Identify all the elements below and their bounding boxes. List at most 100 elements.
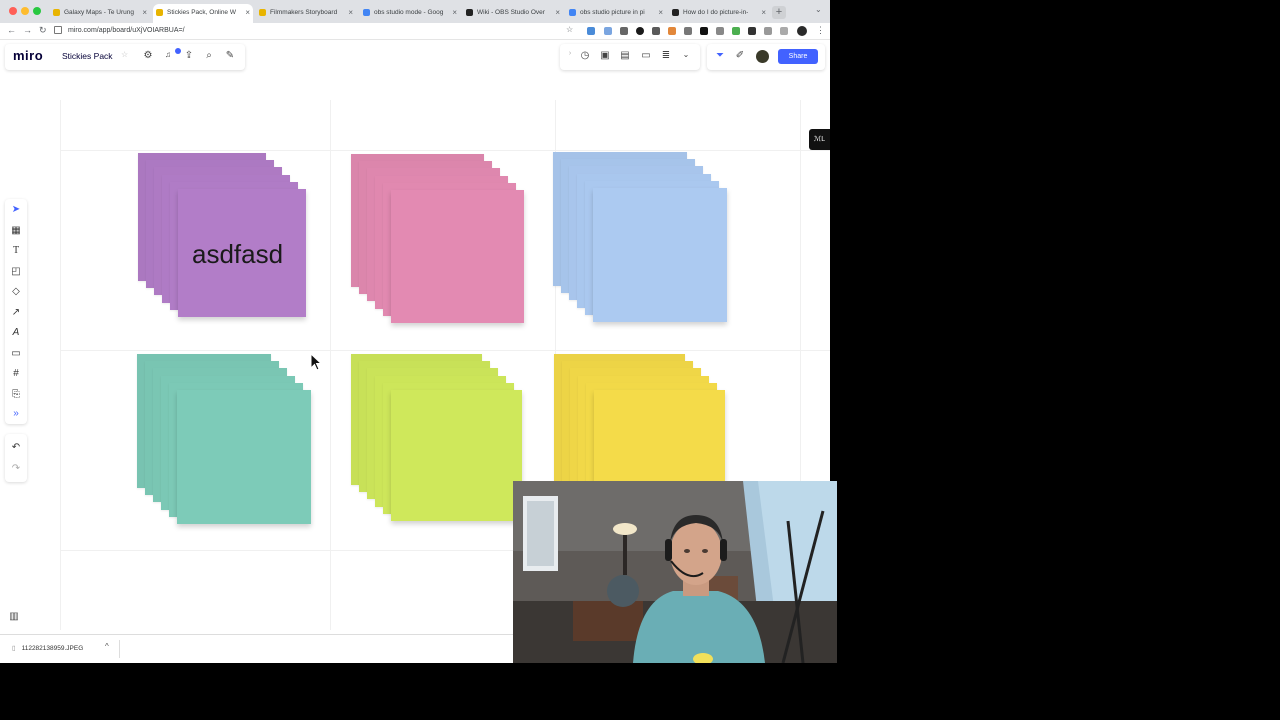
browser-tab-active[interactable]: Stickies Pack, Online W ×	[153, 4, 253, 23]
extension-icon[interactable]	[587, 27, 595, 35]
minimize-window-button[interactable]	[21, 7, 29, 15]
download-options-icon[interactable]: ^	[105, 642, 109, 651]
tab-close-icon[interactable]: ×	[555, 4, 560, 21]
sticky-note-stack-teal[interactable]	[137, 354, 311, 536]
board-name[interactable]: Stickies Pack	[62, 51, 113, 61]
filter-icon[interactable]: ⏷	[714, 50, 726, 61]
download-item[interactable]: ▯ 112282138959.JPEG	[12, 644, 83, 652]
shape-tool-icon[interactable]: ◇	[5, 286, 27, 297]
more-tools-icon[interactable]: »	[5, 408, 27, 419]
frame-icon[interactable]: ▣	[599, 50, 611, 61]
sticky-note[interactable]	[177, 390, 311, 524]
browser-tab[interactable]: Wiki - OBS Studio Over ×	[463, 4, 563, 23]
favorite-star-icon[interactable]: ☆	[121, 50, 128, 59]
tab-label: Galaxy Maps - Te Urung	[64, 9, 134, 16]
upload-icon[interactable]: ⇪	[183, 50, 195, 61]
browser-menu-icon[interactable]: ⋮	[816, 25, 825, 36]
select-tool-icon[interactable]: ➤	[5, 204, 27, 215]
browser-tab[interactable]: Galaxy Maps - Te Urung ×	[50, 4, 150, 23]
sticky-note-stack-purple[interactable]: asdfasd	[138, 153, 306, 327]
tab-close-icon[interactable]: ×	[142, 4, 147, 21]
extension-icon[interactable]	[700, 27, 708, 35]
bookmark-star-icon[interactable]: ☆	[566, 25, 573, 34]
divider	[119, 640, 120, 658]
comment-tool-icon[interactable]: ▭	[5, 348, 27, 359]
profile-avatar[interactable]	[797, 26, 807, 36]
chevron-down-icon[interactable]: ⌄	[680, 50, 692, 59]
tab-close-icon[interactable]: ×	[245, 4, 250, 21]
forward-icon[interactable]: →	[23, 25, 32, 35]
sticky-note-tool-icon[interactable]: ◰	[5, 266, 27, 277]
extension-icon[interactable]	[764, 27, 772, 35]
side-panel-badge[interactable]: ℳL	[809, 129, 830, 150]
list-icon[interactable]: ≣	[660, 50, 672, 61]
undo-icon[interactable]: ↶	[5, 442, 27, 453]
presentation-icon[interactable]: ▭	[640, 50, 652, 61]
tab-search-icon[interactable]: ⌄	[815, 5, 822, 14]
back-icon[interactable]: ←	[7, 25, 16, 35]
address-row: ← → ↻ miro.com/app/board/uXjVOIARBUA=/ ☆…	[0, 23, 830, 40]
share-button[interactable]: Share	[778, 49, 818, 64]
avatar[interactable]	[756, 50, 769, 63]
doc-icon[interactable]: ▤	[619, 50, 631, 61]
browser-tab[interactable]: obs studio mode - Goog ×	[360, 4, 460, 23]
frame-tool-icon[interactable]: #	[5, 368, 27, 379]
extension-icon[interactable]	[636, 27, 644, 35]
sticky-note[interactable]	[594, 390, 725, 482]
browser-tab[interactable]: Filmmakers Storyboard ×	[256, 4, 356, 23]
sticky-note[interactable]	[391, 190, 524, 323]
connection-line-tool-icon[interactable]: ↗	[5, 307, 27, 318]
search-icon[interactable]: ⌕	[203, 50, 215, 61]
tab-favicon-icon	[53, 9, 60, 16]
notification-badge	[175, 48, 181, 54]
extension-icon[interactable]	[748, 27, 756, 35]
table-tool-icon[interactable]: ▦	[5, 225, 27, 236]
settings-icon[interactable]: ⚙	[142, 50, 154, 61]
browser-tab[interactable]: obs studio picture in pi ×	[566, 4, 666, 23]
timer-icon[interactable]: ◷	[579, 50, 591, 61]
mouse-cursor-icon	[310, 353, 322, 371]
pen-icon[interactable]: ✐	[734, 50, 746, 61]
reload-icon[interactable]: ↻	[39, 25, 47, 36]
new-tab-button[interactable]: +	[772, 6, 786, 19]
extension-icon[interactable]	[732, 27, 740, 35]
upload-tool-icon[interactable]: ⎘	[5, 389, 27, 400]
redo-icon[interactable]: ↷	[5, 463, 27, 474]
extension-icon[interactable]	[716, 27, 724, 35]
tab-label: How do I do picture-in-	[683, 9, 749, 16]
pen-tool-icon[interactable]: A	[5, 327, 27, 338]
tab-close-icon[interactable]: ×	[348, 4, 353, 21]
extension-icon[interactable]	[684, 27, 692, 35]
sticky-note[interactable]	[391, 390, 522, 521]
notifications-icon[interactable]: ♫	[162, 50, 174, 59]
extension-icon[interactable]	[604, 27, 612, 35]
browser-tab[interactable]: How do I do picture-in- ×	[669, 4, 769, 23]
sticky-note[interactable]	[593, 188, 727, 322]
sticky-note-stack-pink[interactable]	[351, 154, 524, 334]
extension-icon[interactable]	[620, 27, 628, 35]
sticky-note-stack-yellow[interactable]	[554, 354, 725, 482]
close-window-button[interactable]	[9, 7, 17, 15]
frames-panel-icon[interactable]: ▥	[5, 611, 23, 627]
tab-close-icon[interactable]: ×	[761, 4, 766, 21]
board-toolbar: miro Stickies Pack ☆ ⚙ ♫ ⇪ ⌕ ✎	[5, 44, 245, 70]
creation-toolbar: ➤ ▦ T ◰ ◇ ↗ A ▭ # ⎘ »	[5, 199, 27, 424]
tab-close-icon[interactable]: ×	[658, 4, 663, 21]
collaboration-toolbar: › ◷ ▣ ▤ ▭ ≣ ⌄	[560, 44, 700, 70]
sticky-note-stack-lime[interactable]	[351, 354, 522, 533]
miro-logo[interactable]: miro	[13, 48, 43, 63]
tab-close-icon[interactable]: ×	[452, 4, 457, 21]
maximize-window-button[interactable]	[33, 7, 41, 15]
tab-favicon-icon	[569, 9, 576, 16]
magic-icon[interactable]: ✎	[224, 50, 236, 61]
text-tool-icon[interactable]: T	[5, 245, 27, 256]
tab-favicon-icon	[466, 9, 473, 16]
grid-line	[60, 350, 830, 351]
extension-icon[interactable]	[652, 27, 660, 35]
extension-icon[interactable]	[668, 27, 676, 35]
chevron-left-icon[interactable]: ›	[564, 50, 576, 57]
tab-favicon-icon	[672, 9, 679, 16]
sticky-note-stack-blue[interactable]	[553, 152, 727, 332]
extension-icon[interactable]	[780, 27, 788, 35]
url-bar[interactable]: miro.com/app/board/uXjVOIARBUA=/	[54, 25, 504, 37]
